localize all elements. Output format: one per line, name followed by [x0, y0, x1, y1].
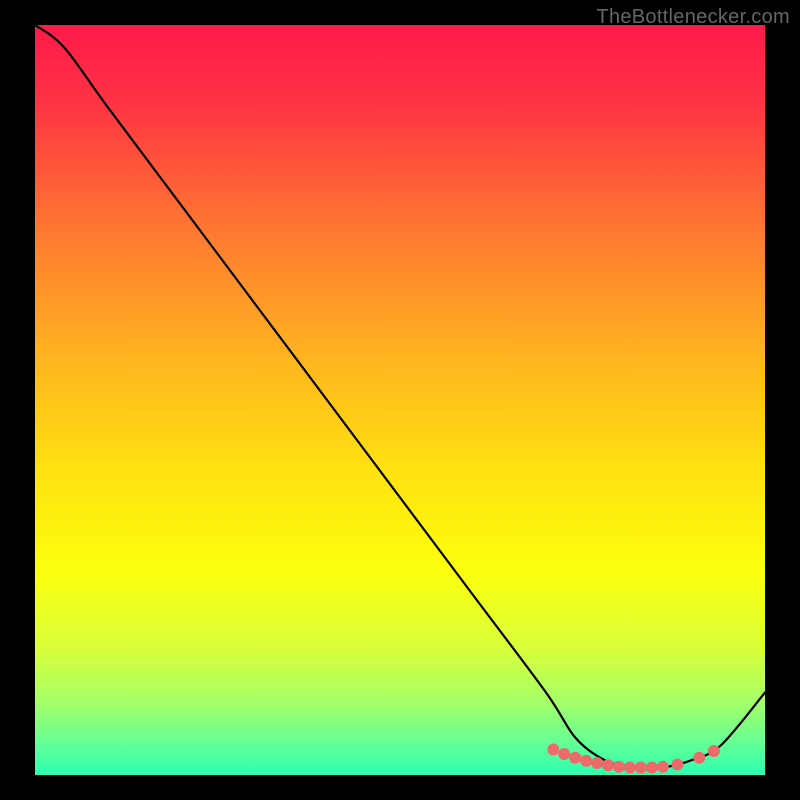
watermark-text: TheBottlenecker.com	[596, 6, 790, 29]
highlight-dot	[602, 759, 614, 771]
gradient-background	[35, 25, 765, 775]
highlight-dot	[657, 761, 669, 773]
plot-area	[35, 25, 765, 775]
highlight-dot	[569, 752, 581, 764]
highlight-dot	[547, 744, 559, 756]
highlight-dot	[671, 759, 683, 771]
chart-svg	[35, 25, 765, 775]
highlight-dot	[591, 757, 603, 769]
highlight-dot	[635, 762, 647, 774]
highlight-dot	[613, 761, 625, 773]
highlight-dot	[708, 745, 720, 757]
highlight-dot	[580, 755, 592, 767]
chart-frame: TheBottlenecker.com	[0, 0, 800, 800]
highlight-dot	[558, 748, 570, 760]
highlight-dot	[646, 762, 658, 774]
highlight-dot	[693, 752, 705, 764]
highlight-dot	[624, 762, 636, 774]
